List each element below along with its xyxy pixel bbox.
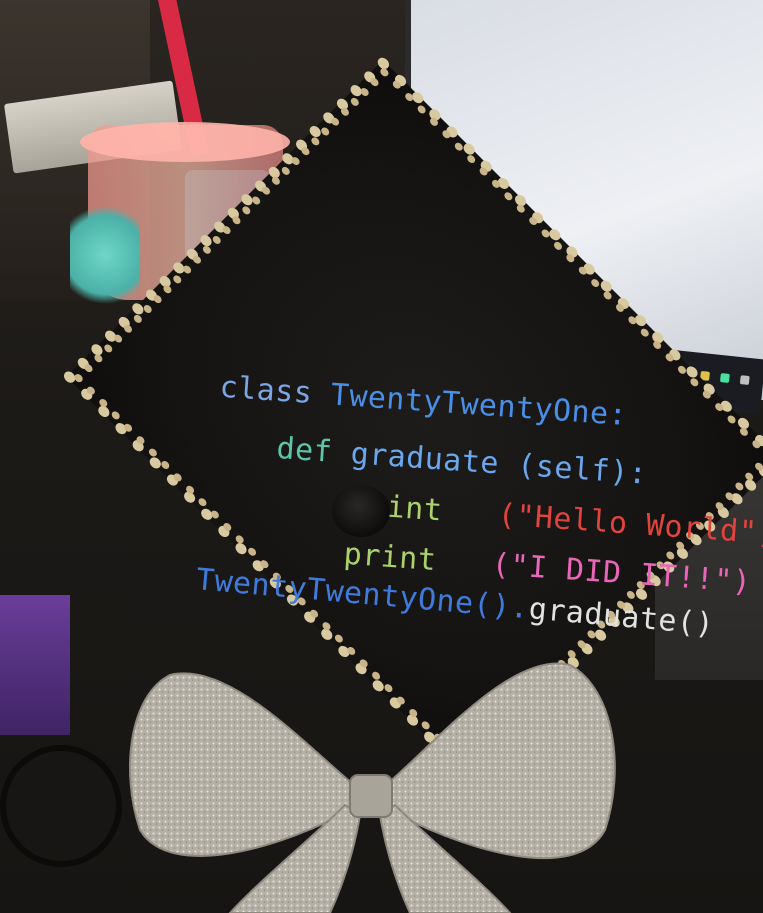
photo-scene: class TwentyTwentyOne: def graduate (sel… — [0, 0, 763, 913]
taskbar-icon — [719, 373, 730, 383]
cap-button-icon — [332, 485, 390, 537]
cup-lid — [80, 122, 290, 162]
glitter-bow-icon — [129, 662, 616, 913]
purple-object — [0, 595, 70, 735]
taskbar-icon — [739, 375, 750, 386]
teal-fluff — [70, 200, 140, 310]
cable-loop — [0, 745, 122, 867]
